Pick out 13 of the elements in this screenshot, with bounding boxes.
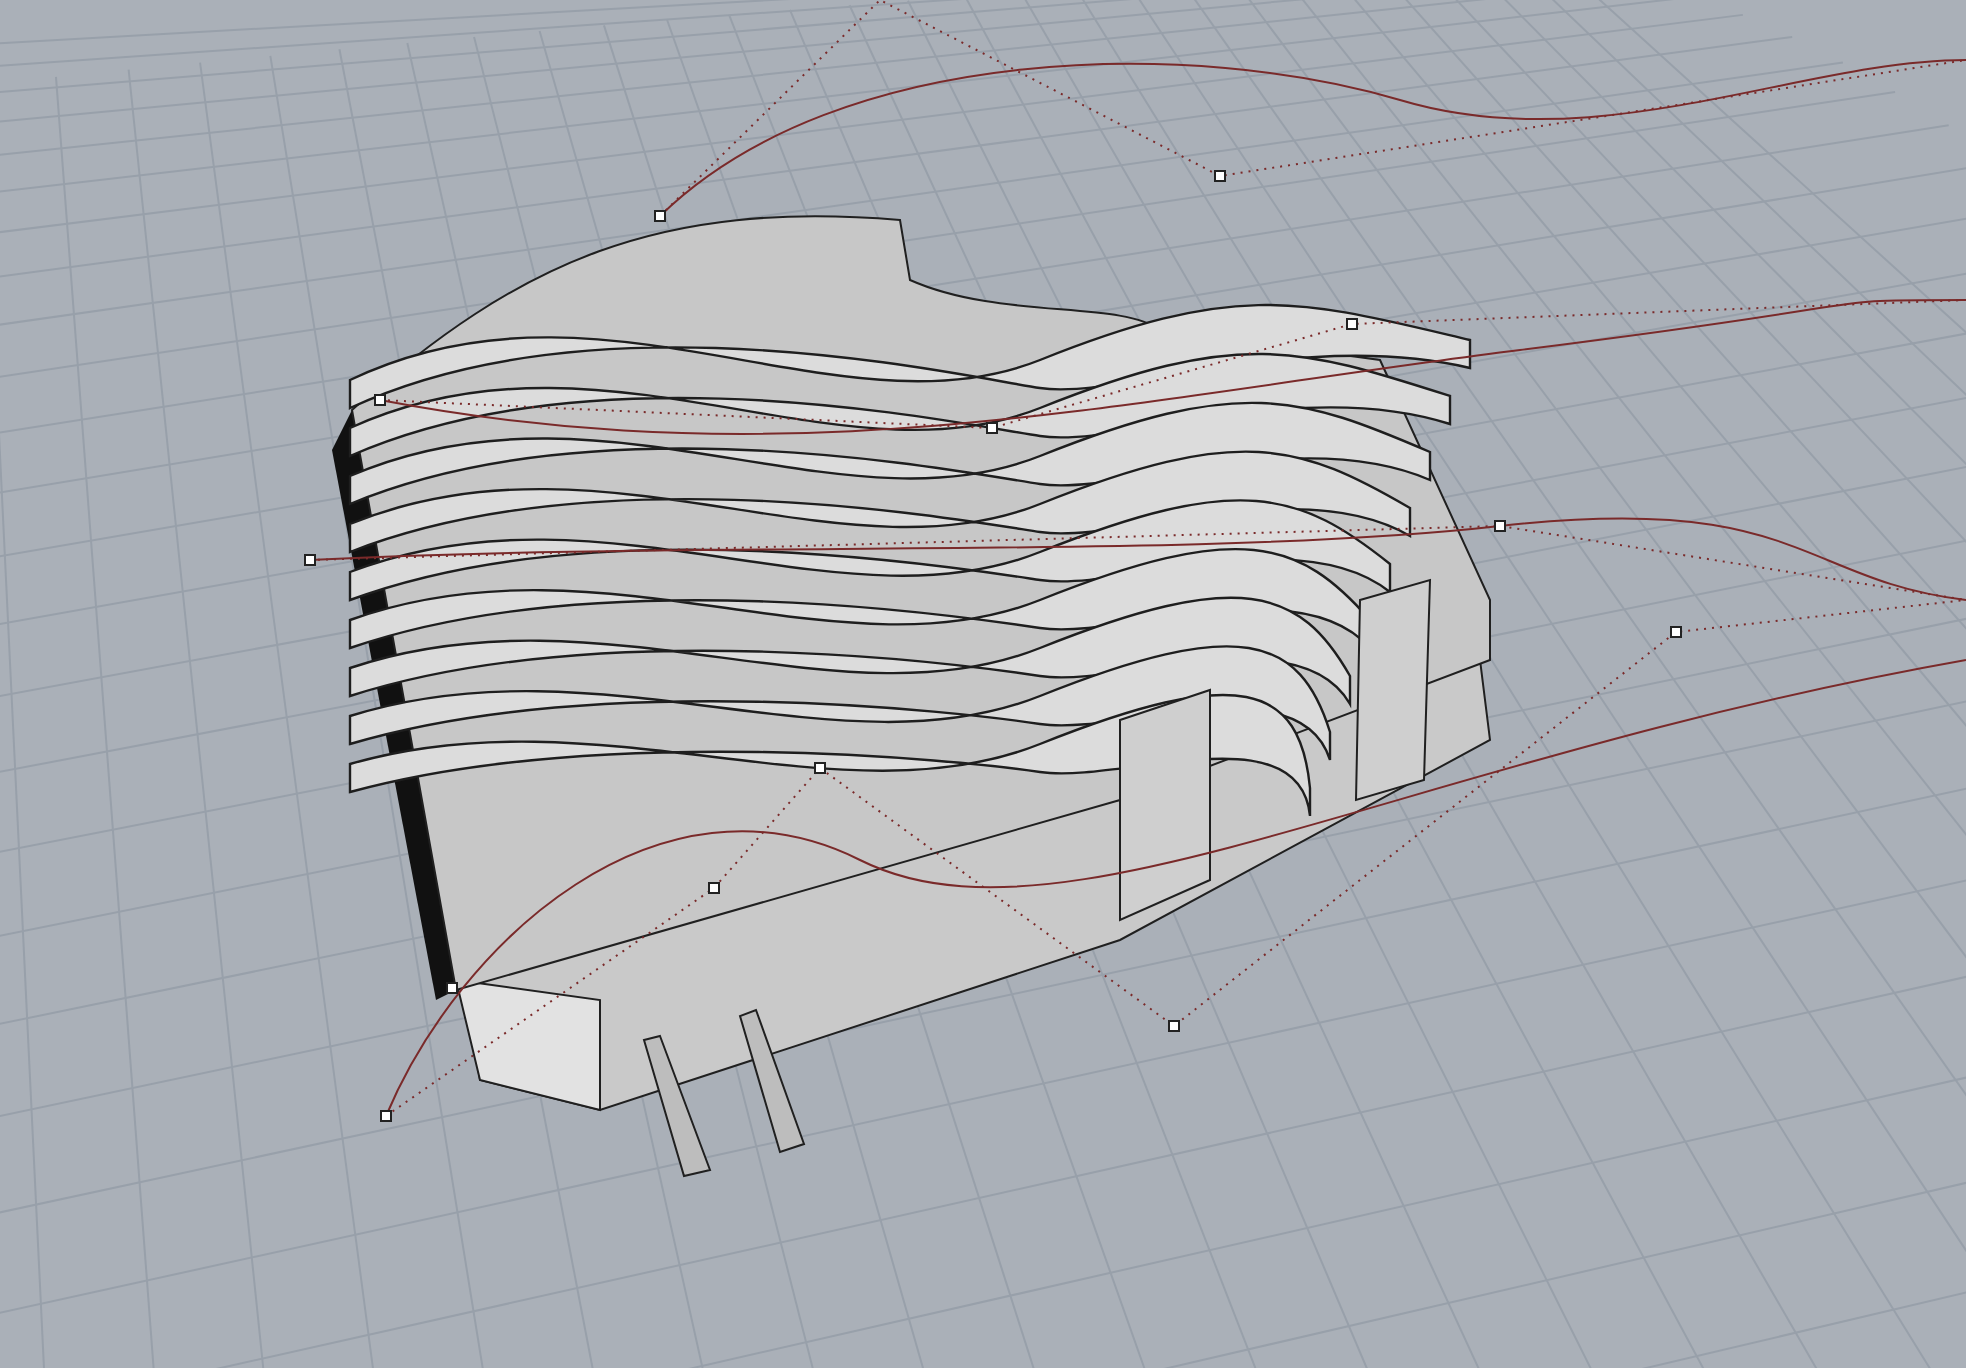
control-point[interactable]: [1346, 318, 1358, 330]
control-point[interactable]: [708, 882, 720, 894]
control-point[interactable]: [1214, 170, 1226, 182]
control-point[interactable]: [986, 422, 998, 434]
control-point[interactable]: [446, 982, 458, 994]
control-point[interactable]: [814, 762, 826, 774]
control-point[interactable]: [1670, 626, 1682, 638]
control-point[interactable]: [304, 554, 316, 566]
control-point[interactable]: [374, 394, 386, 406]
control-point[interactable]: [654, 210, 666, 222]
control-point[interactable]: [380, 1110, 392, 1122]
control-point[interactable]: [1494, 520, 1506, 532]
control-point[interactable]: [1168, 1020, 1180, 1032]
